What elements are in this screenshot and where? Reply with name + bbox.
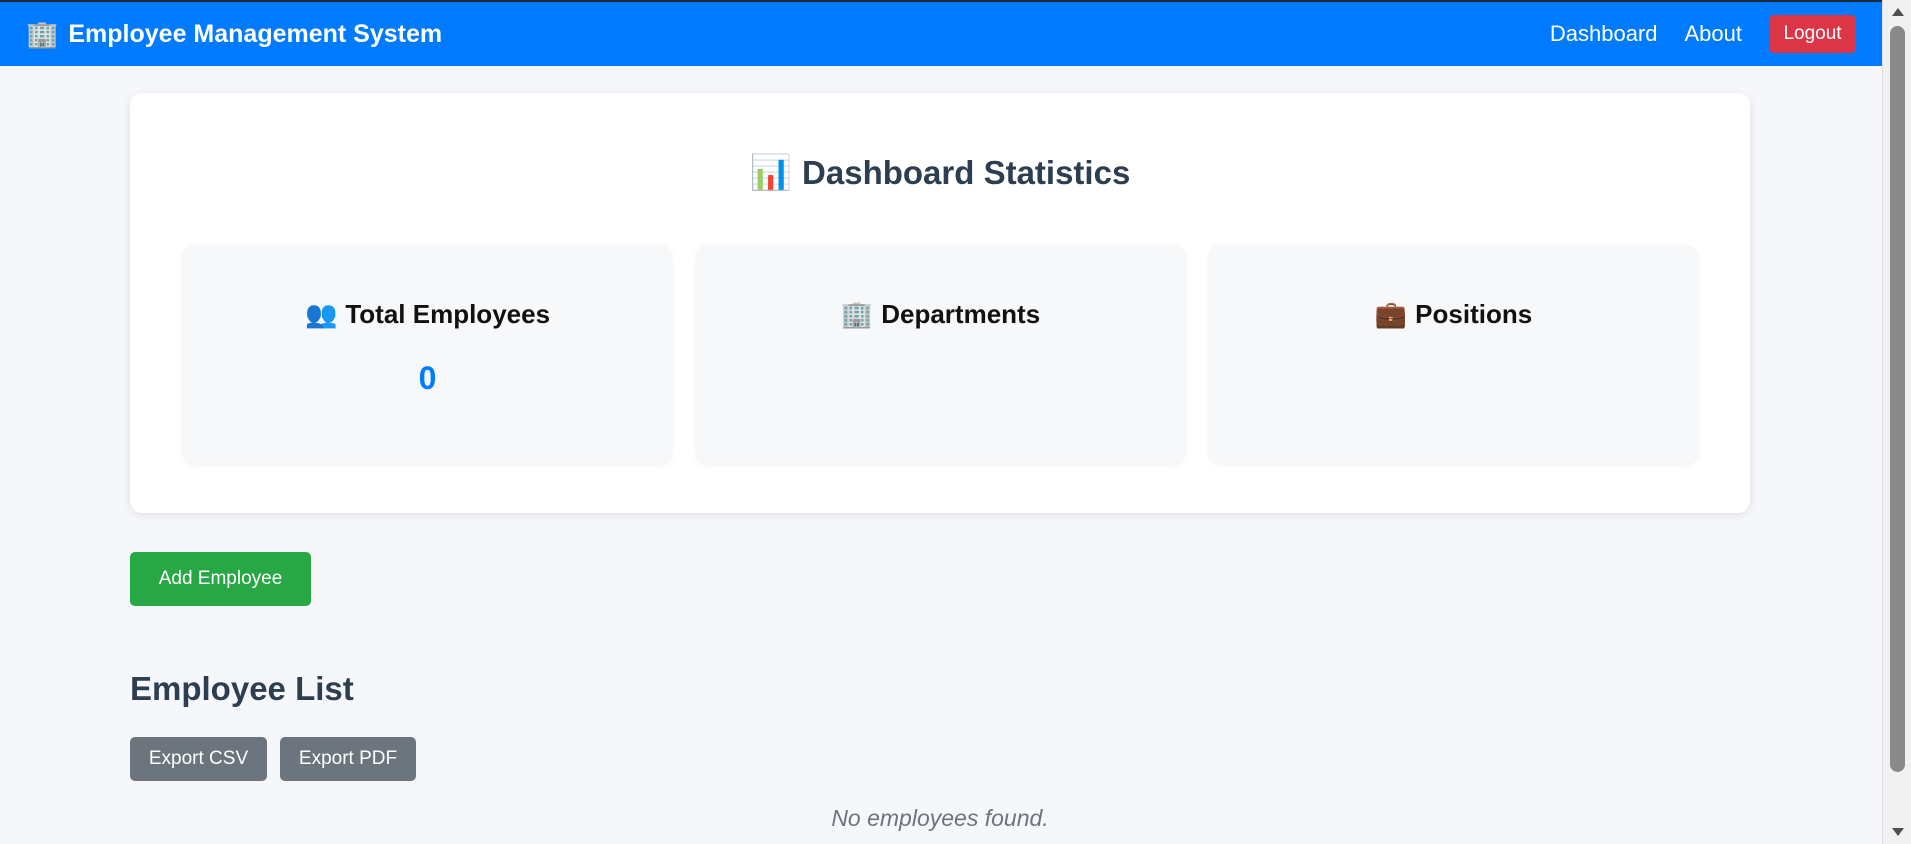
stat-card-total-employees: 👥 Total Employees 0 [183, 245, 672, 463]
stat-label-text: Total Employees [345, 299, 551, 329]
people-icon: 👥 [304, 299, 338, 329]
stat-label: 💼 Positions [1209, 299, 1698, 330]
top-navbar: 🏢 Employee Management System Dashboard A… [0, 0, 1882, 66]
dashboard-statistics-card: 📊 Dashboard Statistics 👥 Total Employees 0… [130, 93, 1750, 513]
employee-list-title: Employee List [130, 670, 354, 707]
brand[interactable]: 🏢 Employee Management System [26, 19, 442, 50]
dashboard-statistics-title: 📊 Dashboard Statistics [130, 153, 1750, 193]
brand-title: Employee Management System [68, 19, 443, 48]
nav-links: Dashboard About Logout [1523, 15, 1856, 53]
vertical-scrollbar[interactable] [1882, 0, 1911, 844]
bar-chart-icon: 📊 [749, 154, 793, 192]
add-employee-button[interactable]: Add Employee [130, 552, 311, 606]
export-pdf-button[interactable]: Export PDF [280, 737, 416, 781]
stat-value-total-employees: 0 [418, 360, 437, 396]
export-csv-button[interactable]: Export CSV [130, 737, 267, 781]
scroll-down-arrow-icon[interactable] [1892, 828, 1904, 836]
scrollbar-thumb[interactable] [1890, 26, 1905, 772]
stat-label-text: Departments [881, 299, 1041, 329]
stat-label: 👥 Total Employees [183, 299, 672, 330]
stat-label-text: Positions [1415, 299, 1533, 329]
nav-link-about[interactable]: About [1685, 21, 1743, 47]
logout-button[interactable]: Logout [1769, 15, 1856, 53]
nav-link-dashboard[interactable]: Dashboard [1550, 21, 1658, 47]
office-building-icon: 🏢 [840, 299, 874, 329]
empty-list-message: No employees found. [831, 805, 1049, 831]
office-building-icon: 🏢 [26, 18, 59, 49]
stat-card-positions: 💼 Positions [1209, 245, 1698, 463]
scroll-up-arrow-icon[interactable] [1892, 8, 1904, 16]
stats-title-text: Dashboard Statistics [802, 154, 1131, 191]
stat-card-departments: 🏢 Departments [696, 245, 1185, 463]
briefcase-icon: 💼 [1374, 299, 1408, 329]
stat-label: 🏢 Departments [696, 299, 1185, 330]
